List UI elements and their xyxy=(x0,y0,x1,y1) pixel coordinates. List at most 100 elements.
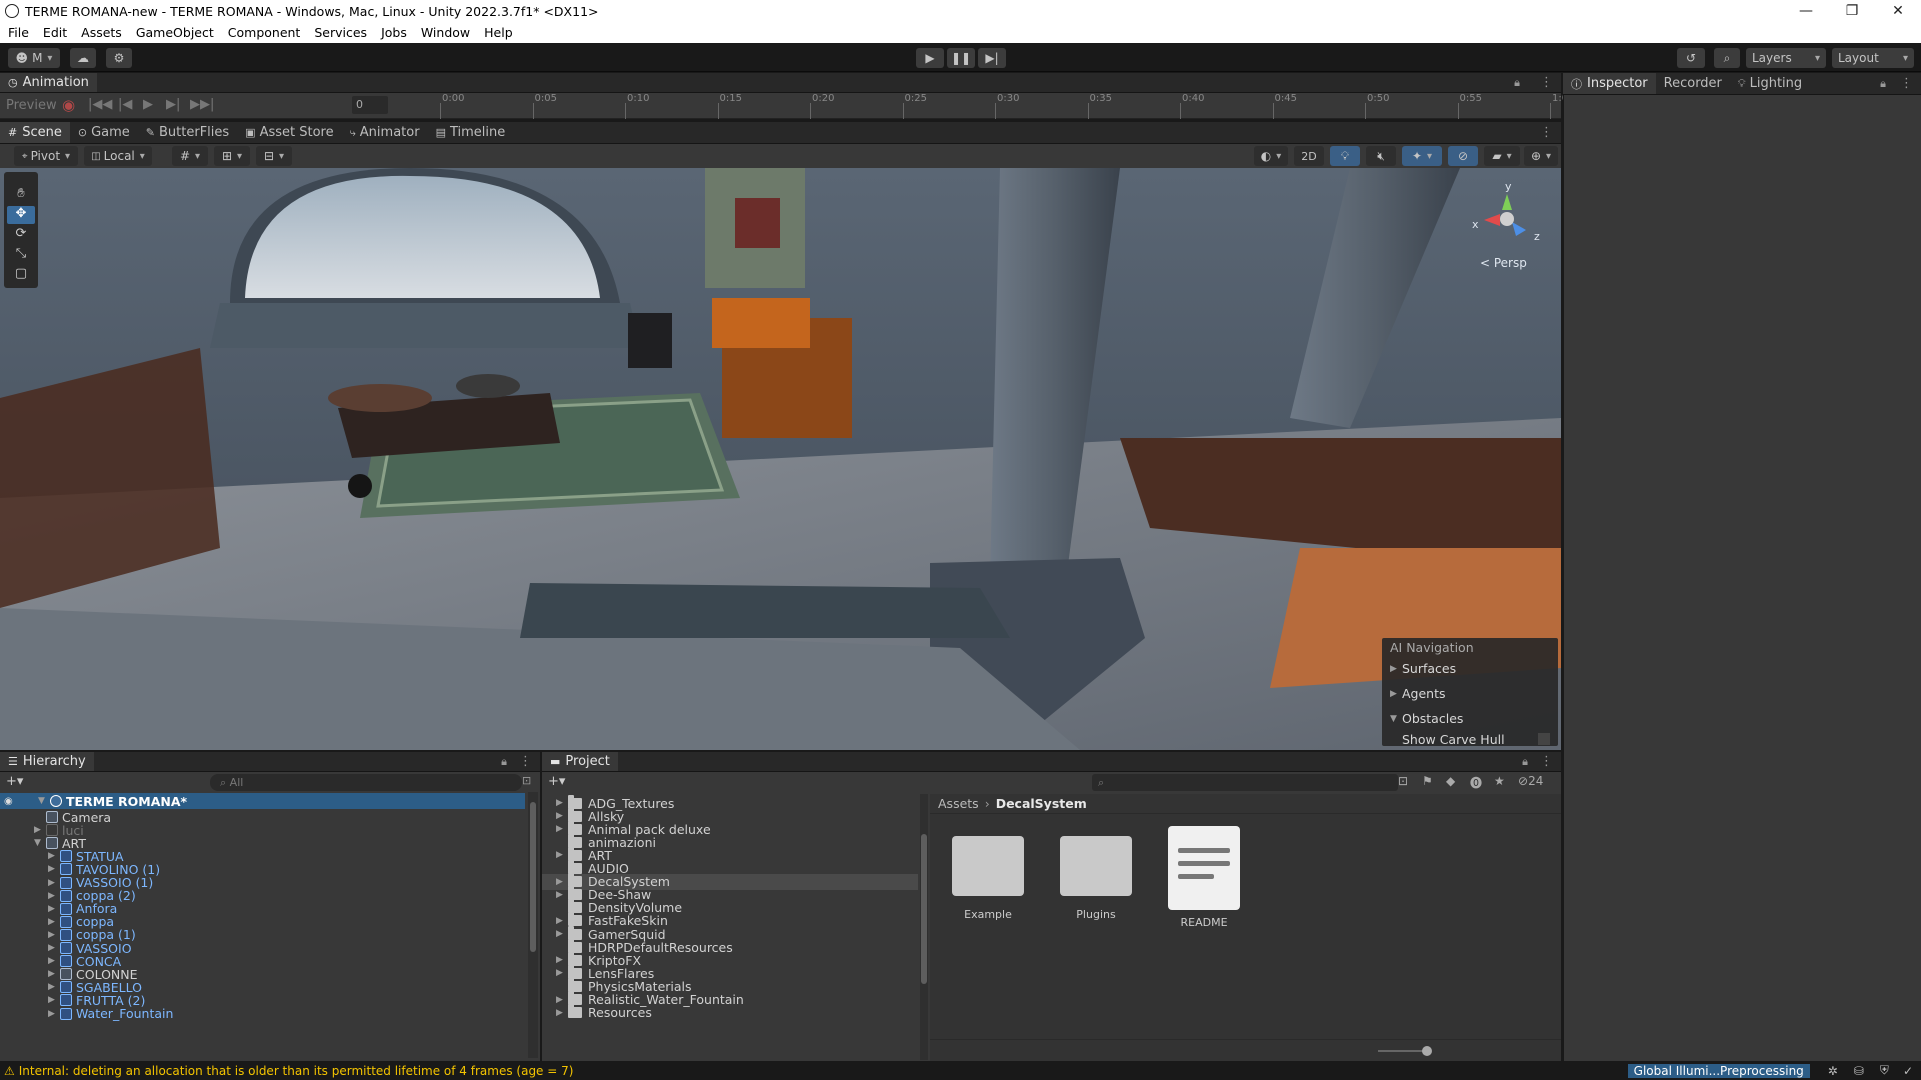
console-warning-message[interactable]: Internal: deleting an allocation that is… xyxy=(19,1064,574,1078)
tab-game[interactable]: ⊙ Game xyxy=(70,122,138,143)
expand-arrow-icon[interactable]: ▶ xyxy=(48,943,60,953)
rotate-tool-icon[interactable]: ⟳ xyxy=(7,226,35,244)
scale-tool-icon[interactable]: ⤡ xyxy=(7,246,35,264)
expand-arrow-icon[interactable]: ▶ xyxy=(48,851,60,861)
more-options-icon[interactable]: ⋮ xyxy=(519,754,532,769)
nav-agents[interactable]: ▶ Agents xyxy=(1382,681,1558,706)
expand-arrow-icon[interactable]: ▶ xyxy=(48,930,60,940)
hidden-packages-icon[interactable]: ⊘24 xyxy=(1518,774,1543,788)
lock-icon[interactable]: 🔒︎ xyxy=(1880,77,1886,91)
expand-arrow-icon[interactable]: ▼ xyxy=(38,796,50,806)
record-icon[interactable]: ◉ xyxy=(62,96,75,114)
account-dropdown[interactable]: ☻ M xyxy=(8,48,60,68)
visibility-eye-icon[interactable]: ◉ xyxy=(4,796,18,807)
play-anim-icon[interactable]: ▶ xyxy=(143,97,153,112)
gi-progress-bar[interactable]: Global Illumi...Preprocessing xyxy=(1627,1063,1810,1078)
layers-dropdown[interactable]: Layers xyxy=(1746,48,1826,68)
toggle-2d-button[interactable]: 2D xyxy=(1294,146,1324,166)
frame-field[interactable]: 0 xyxy=(352,96,388,114)
persp-label[interactable]: < Persp xyxy=(1480,256,1527,270)
more-options-icon[interactable]: ⋮ xyxy=(1540,125,1553,140)
more-options-icon[interactable]: ⋮ xyxy=(1900,76,1913,91)
menu-edit[interactable]: Edit xyxy=(43,25,67,40)
expand-arrow-icon[interactable]: ▶ xyxy=(48,917,60,927)
effects-dropdown[interactable]: ✦ xyxy=(1402,146,1442,166)
filter-type-icon[interactable]: ⚑ xyxy=(1422,774,1433,788)
hierarchy-search-input[interactable]: ⌕ All xyxy=(210,774,522,791)
zoom-slider[interactable] xyxy=(1378,1050,1428,1052)
more-options-icon[interactable]: ⋮ xyxy=(1540,754,1553,769)
hierarchy-row[interactable]: ▶ Water_Fountain xyxy=(0,1006,173,1022)
breadcrumb-root[interactable]: Assets xyxy=(938,796,979,811)
undo-history-icon[interactable]: ↺ xyxy=(1677,48,1705,68)
pause-button[interactable]: ❚❚ xyxy=(947,48,975,68)
hidden-objects-icon[interactable]: ⊘ xyxy=(1448,146,1478,166)
nav-obstacles[interactable]: ▼ Obstacles xyxy=(1382,706,1558,731)
menu-gameobject[interactable]: GameObject xyxy=(136,25,214,40)
expand-arrow-icon[interactable]: ▶ xyxy=(34,825,46,835)
audio-toggle-icon[interactable]: 🔇︎ xyxy=(1366,146,1396,166)
collab-icon[interactable]: ⚙ xyxy=(106,48,132,68)
first-key-icon[interactable]: |◀◀ xyxy=(88,97,112,112)
expand-arrow-icon[interactable]: ▶ xyxy=(48,904,60,914)
search-by-type-icon[interactable]: ⊡ xyxy=(1398,774,1408,788)
expand-arrow-icon[interactable]: ▶ xyxy=(556,890,568,900)
packages-icon[interactable]: ⓿ xyxy=(1470,774,1482,791)
tab-animation[interactable]: ◷ Animation xyxy=(0,73,97,92)
increment-snap-dropdown[interactable]: ⊞ xyxy=(214,146,250,166)
expand-arrow-icon[interactable]: ▶ xyxy=(556,811,568,821)
label-filter-icon[interactable]: ◆ xyxy=(1446,774,1455,788)
expand-arrow-icon[interactable]: ▶ xyxy=(48,982,60,992)
local-dropdown[interactable]: ◫ Local xyxy=(84,146,152,166)
tab-lighting[interactable]: 💡︎ Lighting xyxy=(1730,73,1810,94)
expand-arrow-icon[interactable]: ▶ xyxy=(556,1008,568,1018)
hierarchy-scrollbar[interactable] xyxy=(528,792,538,1058)
step-button[interactable]: ▶| xyxy=(978,48,1006,68)
menu-component[interactable]: Component xyxy=(228,25,301,40)
favorite-star-icon[interactable]: ★ xyxy=(1494,774,1505,788)
add-object-button[interactable]: +▾ xyxy=(6,774,23,789)
expand-arrow-icon[interactable]: ▶ xyxy=(556,798,568,808)
cache-icon[interactable]: ⛁ xyxy=(1854,1064,1864,1078)
show-carve-hull-checkbox[interactable] xyxy=(1538,733,1550,745)
scene-root-row[interactable]: ◉ ▼ TERME ROMANA* xyxy=(0,793,525,809)
cloud-icon[interactable]: ☁ xyxy=(70,48,96,68)
expand-arrow-icon[interactable]: ▼ xyxy=(34,838,46,848)
expand-arrow-icon[interactable]: ▶ xyxy=(48,864,60,874)
next-key-icon[interactable]: ▶| xyxy=(166,97,180,112)
scene-visibility-icon[interactable]: ⊡ xyxy=(522,774,531,787)
asset-readme-file[interactable]: README xyxy=(1164,826,1244,929)
search-icon[interactable]: ⌕ xyxy=(1714,48,1740,68)
project-search-input[interactable]: ⌕ xyxy=(1092,774,1398,791)
more-options-icon[interactable]: ⋮ xyxy=(1540,75,1553,90)
pivot-dropdown[interactable]: ⌖ Pivot xyxy=(14,146,78,166)
rect-tool-icon[interactable]: ▢ xyxy=(7,266,35,284)
move-tool-icon[interactable]: ✥ xyxy=(7,206,35,224)
close-button[interactable]: ✕ xyxy=(1875,3,1921,19)
zoom-slider-handle[interactable] xyxy=(1422,1046,1432,1056)
maximize-button[interactable]: ❐ xyxy=(1829,3,1875,19)
last-key-icon[interactable]: ▶▶| xyxy=(190,97,214,112)
tab-inspector[interactable]: ⓘ Inspector xyxy=(1563,73,1656,94)
create-asset-button[interactable]: +▾ xyxy=(548,774,565,789)
scene-viewport[interactable]: ✋︎ ✥ ⟳ ⤡ ▢ y x z < Persp AI Navigation ▶… xyxy=(0,168,1561,750)
tab-project[interactable]: ▬ Project xyxy=(542,752,618,771)
play-button[interactable]: ▶ xyxy=(916,48,944,68)
breadcrumb-current[interactable]: DecalSystem xyxy=(996,796,1087,811)
menu-assets[interactable]: Assets xyxy=(81,25,122,40)
tab-animator[interactable]: ⤷ Animator xyxy=(342,122,428,143)
expand-arrow-icon[interactable]: ▶ xyxy=(48,969,60,979)
lighting-toggle-icon[interactable]: 💡︎ xyxy=(1330,146,1360,166)
expand-arrow-icon[interactable]: ▶ xyxy=(48,878,60,888)
nav-surfaces[interactable]: ▶ Surfaces xyxy=(1382,656,1558,681)
debug-icon[interactable]: ✲ xyxy=(1828,1064,1838,1078)
draw-mode-dropdown[interactable]: ◐ xyxy=(1254,146,1288,166)
align-dropdown[interactable]: ⊟ xyxy=(256,146,292,166)
tab-butterflies[interactable]: ✎ ButterFlies xyxy=(138,122,237,143)
expand-arrow-icon[interactable]: ▶ xyxy=(48,995,60,1005)
expand-arrow-icon[interactable]: ▶ xyxy=(556,877,568,887)
expand-arrow-icon[interactable]: ▶ xyxy=(556,968,568,978)
gizmos-dropdown[interactable]: ⊕ xyxy=(1524,146,1558,166)
minimize-button[interactable]: — xyxy=(1783,3,1829,19)
scrollbar-thumb[interactable] xyxy=(530,802,536,952)
